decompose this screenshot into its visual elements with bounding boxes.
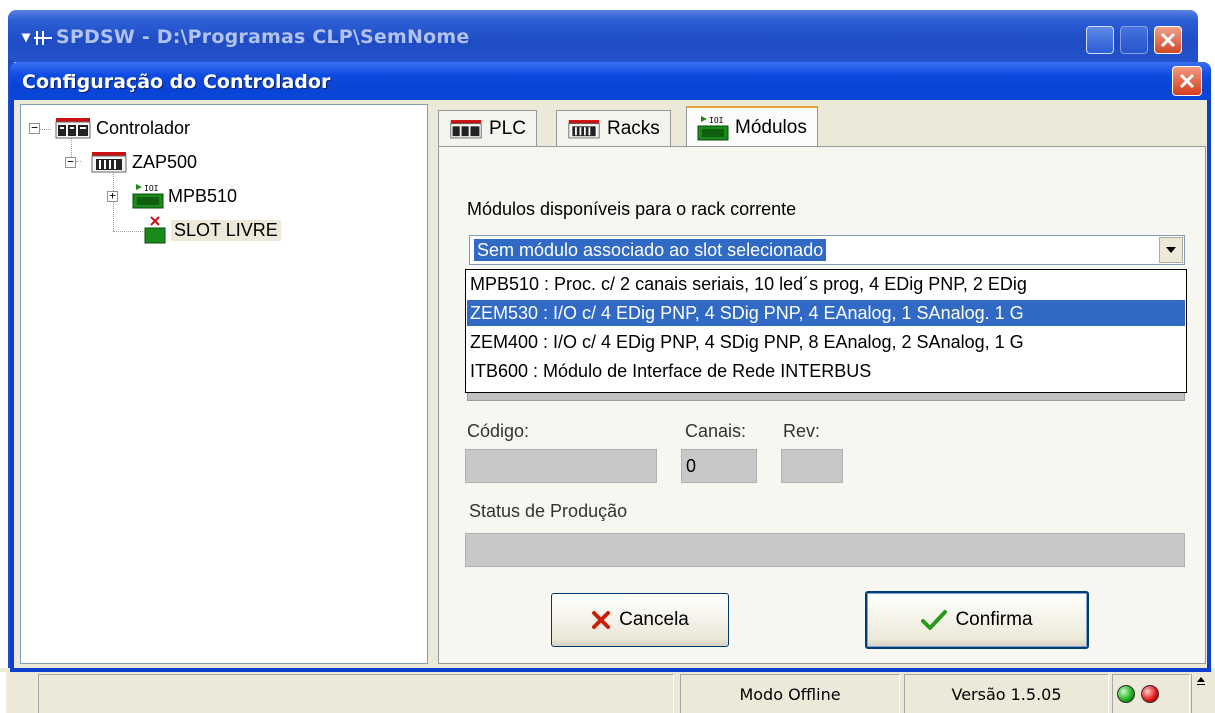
collapse-icon[interactable]: − <box>65 156 76 168</box>
module-option-itb600[interactable]: ITB600 : Módulo de Interface de Rede INT… <box>467 358 1185 384</box>
tree-node-label: Controlador <box>96 117 191 138</box>
tree-node-label: MPB510 <box>168 185 238 206</box>
canais-label: Canais: <box>685 421 747 441</box>
main-window-title: SPDSW - D:\Programas CLP\SemNome <box>56 26 470 48</box>
module-icon: IOI <box>132 184 164 209</box>
dialog-title: Configuração do Controlador <box>22 71 331 93</box>
module-icon: IOI <box>697 116 729 141</box>
tab-racks[interactable]: Racks <box>556 110 671 146</box>
svg-text:IOI: IOI <box>144 184 159 193</box>
tab-plc[interactable]: PLC <box>438 110 537 146</box>
module-option-mpb510[interactable]: MPB510 : Proc. c/ 2 canais seriais, 10 l… <box>467 271 1185 297</box>
tree-node-label: ZAP500 <box>132 151 198 172</box>
canais-field: 0 <box>681 449 757 483</box>
module-option-zem400[interactable]: ZEM400 : I/O c/ 4 EDig PNP, 4 SDig PNP, … <box>467 329 1185 355</box>
module-select[interactable]: Sem módulo associado ao slot selecionado <box>469 235 1185 265</box>
codigo-label: Código: <box>467 421 530 441</box>
tree-node-zap500[interactable]: − ZAP500 <box>65 149 197 175</box>
tab-modulos[interactable]: IOI Módulos <box>686 106 818 148</box>
status-producao-field <box>465 533 1185 567</box>
status-bar-mode: Modo Offline <box>680 674 900 713</box>
status-bar-edge <box>0 672 6 713</box>
red-led-icon <box>1141 685 1159 703</box>
close-icon <box>1179 73 1195 89</box>
dialog-body: − Controlador − ZAP500 + IOI MPB510 SLOT… <box>14 100 1207 668</box>
tree-node-mpb510[interactable]: + IOI MPB510 <box>107 183 237 209</box>
check-icon <box>921 610 948 630</box>
controller-tree[interactable]: − Controlador − ZAP500 + IOI MPB510 SLOT… <box>20 104 428 664</box>
cancel-button-label: Cancela <box>619 609 689 630</box>
tree-connector <box>113 231 143 232</box>
dropdown-button[interactable] <box>1159 237 1183 263</box>
tree-node-controlador[interactable]: − Controlador <box>29 115 190 141</box>
maximize-button[interactable] <box>1120 26 1148 54</box>
dialog-close-button[interactable] <box>1172 66 1202 96</box>
status-bar-panel-message <box>38 674 674 713</box>
available-modules-label: Módulos disponíveis para o rack corrente <box>467 199 797 219</box>
cancel-button[interactable]: Cancela <box>551 593 729 647</box>
status-scrollbar[interactable] <box>1191 674 1210 713</box>
tree-node-label: SLOT LIVRE <box>171 219 281 241</box>
tab-label: Racks <box>607 117 660 139</box>
config-dialog: Configuração do Controlador − Controlado… <box>10 62 1211 672</box>
collapse-icon[interactable]: − <box>29 122 40 134</box>
chevron-down-icon <box>1166 247 1176 253</box>
close-icon <box>1160 32 1176 48</box>
module-select-value: Sem módulo associado ao slot selecionado <box>474 239 827 261</box>
x-icon <box>592 611 611 629</box>
tab-page-modulos: Módulos disponíveis para o rack corrente… <box>438 146 1206 664</box>
codigo-field <box>465 449 657 483</box>
module-dropdown-list[interactable]: MPB510 : Proc. c/ 2 canais seriais, 10 l… <box>465 269 1187 393</box>
empty-slot-icon <box>144 216 166 244</box>
tabs-area: PLC Racks IOI Módulos Módulos disponívei… <box>438 104 1206 664</box>
confirm-button[interactable]: Confirma <box>865 591 1089 649</box>
confirm-button-label: Confirma <box>955 609 1033 630</box>
status-bar-leds <box>1112 674 1190 713</box>
tab-label: PLC <box>489 117 526 139</box>
svg-text:IOI: IOI <box>709 116 724 125</box>
rev-field <box>781 449 843 483</box>
dialog-titlebar[interactable]: Configuração do Controlador <box>10 62 1211 100</box>
plc-icon <box>55 118 91 139</box>
module-option-zem530[interactable]: ZEM530 : I/O c/ 4 EDig PNP, 4 SDig PNP, … <box>467 300 1185 326</box>
system-menu-icon[interactable]: ▾ <box>22 27 30 47</box>
minimize-button[interactable] <box>1086 26 1114 54</box>
green-led-icon <box>1117 685 1135 703</box>
rev-label: Rev: <box>783 421 821 441</box>
rack-icon <box>91 152 127 173</box>
rack-icon <box>568 119 600 138</box>
status-bar-version: Versão 1.5.05 <box>904 674 1109 713</box>
main-close-button[interactable] <box>1154 26 1182 54</box>
scroll-up-icon[interactable] <box>1196 674 1206 688</box>
plc-icon <box>450 119 482 138</box>
main-window-titlebar[interactable]: ▾ SPDSW - D:\Programas CLP\SemNome <box>8 10 1198 62</box>
tree-node-slot-livre[interactable]: SLOT LIVRE <box>143 216 281 244</box>
status-producao-label: Status de Produção <box>469 501 628 521</box>
expand-icon[interactable]: + <box>107 190 118 202</box>
tab-label: Módulos <box>735 117 807 138</box>
app-icon <box>34 31 52 45</box>
